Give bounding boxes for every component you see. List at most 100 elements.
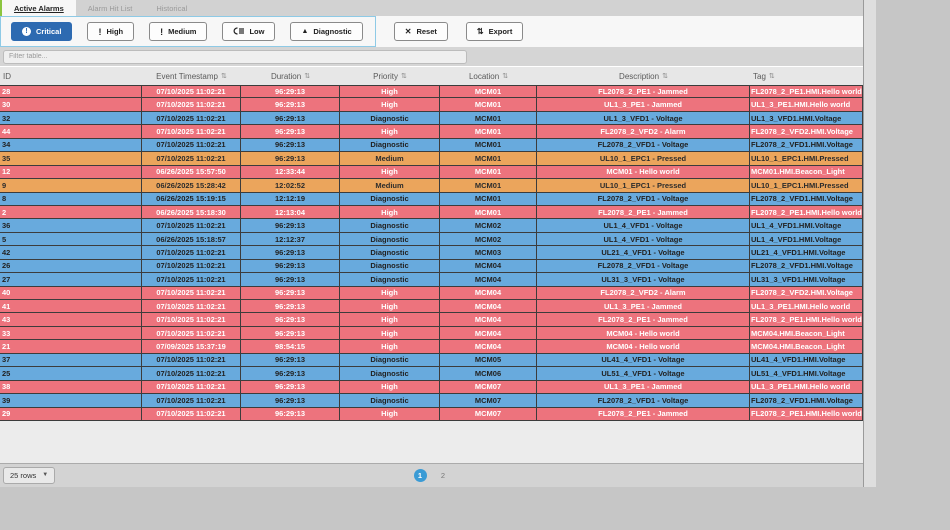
table-row[interactable]: 27 07/10/2025 11:02:21 96:29:13 Diagnostic M… bbox=[0, 273, 863, 287]
cell-timestamp: 07/10/2025 11:02:21 bbox=[142, 380, 241, 395]
tab-alarm-hit-list[interactable]: Alarm Hit List bbox=[75, 0, 145, 16]
cell-description: FL2078_2_PE1 - Jammed bbox=[537, 205, 750, 220]
column-header-event-timestamp[interactable]: Event Timestamp ⇅ bbox=[142, 67, 241, 85]
cell-location: MCM07 bbox=[440, 394, 537, 408]
cell-priority: High bbox=[340, 380, 440, 395]
table-row[interactable]: 26 07/10/2025 11:02:21 96:29:13 Diagnostic M… bbox=[0, 259, 863, 274]
cell-tag: FL2078_2_VFD2.HMI.Voltage bbox=[750, 125, 863, 139]
cell-location: MCM06 bbox=[440, 367, 537, 381]
column-header-location[interactable]: Location ⇅ bbox=[440, 67, 537, 85]
table-row[interactable]: 40 07/10/2025 11:02:21 96:29:13 High MCM04 FL… bbox=[0, 286, 863, 300]
cell-priority: High bbox=[340, 205, 440, 220]
cell-location: MCM01 bbox=[440, 98, 537, 112]
cell-location: MCM04 bbox=[440, 326, 537, 341]
critical-filter-button[interactable]: ! Critical bbox=[11, 22, 73, 41]
sort-icon[interactable]: ⇅ bbox=[401, 72, 407, 80]
sort-icon[interactable]: ⇅ bbox=[304, 72, 310, 80]
table-row[interactable]: 34 07/10/2025 11:02:21 96:29:13 Diagnostic M… bbox=[0, 138, 863, 153]
cell-duration: 98:54:15 bbox=[241, 340, 340, 354]
cell-location: MCM01 bbox=[440, 165, 537, 180]
scrollbar-track[interactable] bbox=[863, 0, 876, 487]
cell-timestamp: 07/09/2025 15:37:19 bbox=[142, 340, 241, 354]
medium-filter-button[interactable]: ! Medium bbox=[149, 22, 208, 41]
cell-location: MCM05 bbox=[440, 353, 537, 368]
table-row[interactable]: 25 07/10/2025 11:02:21 96:29:13 Diagnostic M… bbox=[0, 367, 863, 381]
cell-tag: FL2078_2_PE1.HMI.Hello world bbox=[750, 205, 863, 220]
cell-location: MCM07 bbox=[440, 380, 537, 395]
cell-priority: High bbox=[340, 313, 440, 327]
pagination-footer: 25 rows ▼ 12 bbox=[0, 462, 863, 487]
column-header-description[interactable]: Description ⇅ bbox=[537, 67, 750, 85]
cell-timestamp: 07/10/2025 11:02:21 bbox=[142, 219, 241, 233]
cell-tag: FL2078_2_VFD1.HMI.Voltage bbox=[750, 138, 863, 153]
cell-priority: High bbox=[340, 326, 440, 341]
table-row[interactable]: 33 07/10/2025 11:02:21 96:29:13 High MCM04 MC… bbox=[0, 326, 863, 341]
low-filter-button[interactable]: Low bbox=[222, 22, 276, 41]
diagnostic-filter-button[interactable]: ▲ Diagnostic bbox=[290, 22, 363, 41]
tab-active-alarms[interactable]: Active Alarms bbox=[2, 0, 76, 16]
table-row[interactable]: 9 06/26/2025 15:28:42 12:02:52 Medium MCM01 U… bbox=[0, 179, 863, 193]
page-button-2[interactable]: 2 bbox=[437, 469, 450, 482]
cell-duration: 12:12:19 bbox=[241, 192, 340, 206]
reset-button[interactable]: ✕ Reset bbox=[393, 22, 448, 41]
table-row[interactable]: 36 07/10/2025 11:02:21 96:29:13 Diagnostic M… bbox=[0, 219, 863, 233]
cell-location: MCM01 bbox=[440, 85, 537, 99]
cell-location: MCM07 bbox=[440, 407, 537, 421]
cell-duration: 96:29:13 bbox=[241, 125, 340, 139]
table-row[interactable]: 29 07/10/2025 11:02:21 96:29:13 High MCM07 FL… bbox=[0, 407, 863, 421]
column-header-tag[interactable]: Tag ⇅ bbox=[750, 67, 863, 85]
table-row[interactable]: 44 07/10/2025 11:02:21 96:29:13 High MCM01 FL… bbox=[0, 125, 863, 139]
cell-description: UL41_4_VFD1 - Voltage bbox=[537, 353, 750, 368]
cell-tag: UL31_3_VFD1.HMI.Voltage bbox=[750, 273, 863, 287]
tab-historical[interactable]: Historical bbox=[144, 0, 200, 16]
table-row[interactable]: 35 07/10/2025 11:02:21 96:29:13 Medium MCM01… bbox=[0, 152, 863, 166]
cell-priority: High bbox=[340, 286, 440, 300]
table-row[interactable]: 21 07/09/2025 15:37:19 98:54:15 High MCM04 MC… bbox=[0, 340, 863, 354]
cell-tag: FL2078_2_PE1.HMI.Hello world bbox=[750, 85, 863, 99]
cell-id: 2 bbox=[0, 205, 142, 220]
table-row[interactable]: 8 06/26/2025 15:19:15 12:12:19 Diagnostic MC… bbox=[0, 192, 863, 206]
column-header-priority[interactable]: Priority ⇅ bbox=[340, 67, 440, 85]
sort-icon[interactable]: ⇅ bbox=[502, 72, 508, 80]
cell-description: FL2078_2_PE1 - Jammed bbox=[537, 85, 750, 99]
alarm-app-panel: Active Alarms Alarm Hit List Historical … bbox=[0, 0, 863, 487]
table-row[interactable]: 12 06/26/2025 15:57:50 12:33:44 High MCM01 MC… bbox=[0, 165, 863, 180]
cell-tag: UL10_1_EPC1.HMI.Pressed bbox=[750, 179, 863, 193]
table-row[interactable]: 28 07/10/2025 11:02:21 96:29:13 High MCM01 FL… bbox=[0, 85, 863, 99]
cell-duration: 96:29:13 bbox=[241, 111, 340, 126]
column-header-duration[interactable]: Duration ⇅ bbox=[241, 67, 340, 85]
cell-location: MCM01 bbox=[440, 152, 537, 166]
column-header-id: ID bbox=[0, 67, 142, 85]
cell-priority: High bbox=[340, 85, 440, 99]
cell-id: 38 bbox=[0, 380, 142, 395]
table-row[interactable]: 38 07/10/2025 11:02:21 96:29:13 High MCM07 UL… bbox=[0, 380, 863, 395]
page-button-1[interactable]: 1 bbox=[413, 468, 427, 482]
table-row[interactable]: 37 07/10/2025 11:02:21 96:29:13 Diagnostic M… bbox=[0, 353, 863, 368]
sort-icon[interactable]: ⇅ bbox=[769, 72, 775, 80]
sort-icon[interactable]: ⇅ bbox=[662, 72, 668, 80]
cell-description: FL2078_2_PE1 - Jammed bbox=[537, 313, 750, 327]
cell-priority: High bbox=[340, 125, 440, 139]
high-filter-button[interactable]: ! High bbox=[87, 22, 135, 41]
cell-description: FL2078_2_VFD2 - Alarm bbox=[537, 286, 750, 300]
table-row[interactable]: 5 06/26/2025 15:18:57 12:12:37 Diagnostic MC… bbox=[0, 232, 863, 247]
table-row[interactable]: 41 07/10/2025 11:02:21 96:29:13 High MCM04 UL… bbox=[0, 300, 863, 314]
table-row[interactable]: 43 07/10/2025 11:02:21 96:29:13 High MCM04 FL… bbox=[0, 313, 863, 327]
table-row[interactable]: 2 06/26/2025 15:18:30 12:13:04 High MCM01 FL2… bbox=[0, 205, 863, 220]
low-filter-label: Low bbox=[249, 27, 265, 36]
cell-tag: FL2078_2_PE1.HMI.Hello world bbox=[750, 407, 863, 421]
sort-icon[interactable]: ⇅ bbox=[221, 72, 227, 80]
table-row[interactable]: 42 07/10/2025 11:02:21 96:29:13 Diagnostic M… bbox=[0, 246, 863, 260]
cell-timestamp: 07/10/2025 11:02:21 bbox=[142, 125, 241, 139]
column-header-label: Description bbox=[619, 71, 660, 81]
cell-timestamp: 07/10/2025 11:02:21 bbox=[142, 353, 241, 368]
table-row[interactable]: 32 07/10/2025 11:02:21 96:29:13 Diagnostic M… bbox=[0, 111, 863, 126]
table-filter-input[interactable] bbox=[3, 49, 467, 64]
column-header-label: Tag bbox=[753, 71, 766, 81]
cell-id: 43 bbox=[0, 313, 142, 327]
table-row[interactable]: 30 07/10/2025 11:02:21 96:29:13 High MCM01 UL… bbox=[0, 98, 863, 112]
cell-tag: UL1_3_PE1.HMI.Hello world bbox=[750, 300, 863, 314]
cell-location: MCM02 bbox=[440, 232, 537, 247]
export-button[interactable]: ⇅ Export bbox=[465, 22, 524, 41]
table-row[interactable]: 39 07/10/2025 11:02:21 96:29:13 Diagnostic M… bbox=[0, 394, 863, 408]
